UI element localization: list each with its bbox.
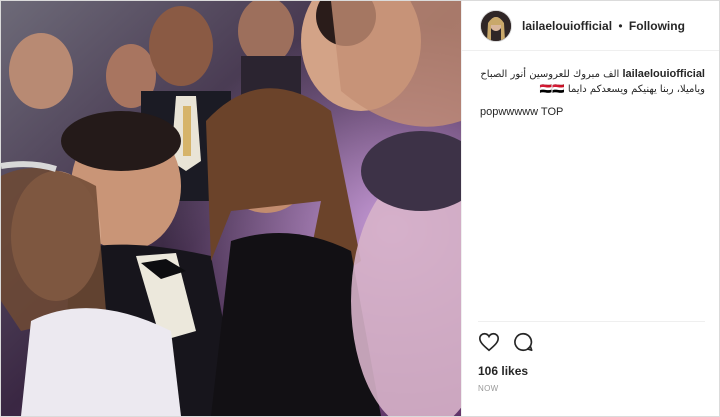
speech-bubble-icon[interactable] [512,331,534,353]
comment-text: popwwwww TOP [480,106,564,118]
likes-count[interactable]: 106 likes [478,364,705,378]
post-actions: 106 likes NOW [478,321,705,416]
caption-username[interactable]: lailaelouiofficial [622,68,705,80]
heart-icon[interactable] [478,331,500,353]
separator-dot: • [618,18,623,33]
post-side-panel: lailaelouiofficial • Following lailaelou… [461,1,719,416]
header-text: lailaelouiofficial • Following [522,19,685,33]
comments-section: lailaelouiofficial الف مبروك للعروسين أن… [462,51,719,321]
post-photo[interactable] [1,1,461,416]
post-timestamp: NOW [478,384,499,393]
wedding-selfie-image [1,1,461,416]
avatar[interactable] [480,9,512,42]
post-header: lailaelouiofficial • Following [462,1,719,51]
instagram-post: lailaelouiofficial • Following lailaelou… [0,0,720,417]
profile-picture-icon [481,10,511,41]
header-username[interactable]: lailaelouiofficial [522,19,612,33]
caption: lailaelouiofficial الف مبروك للعروسين أن… [480,67,705,97]
following-button[interactable]: Following [629,19,685,33]
action-icons [478,330,705,354]
